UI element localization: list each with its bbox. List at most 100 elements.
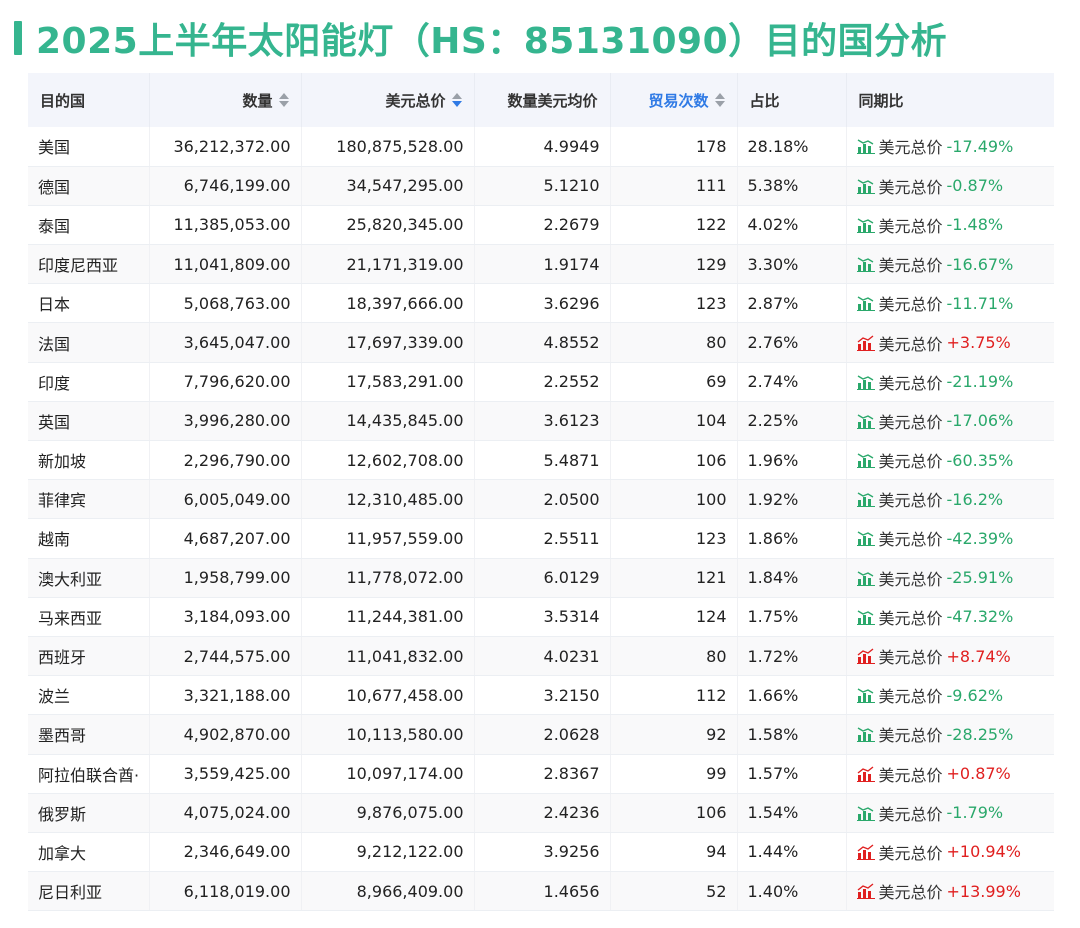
cell-quantity: 2,296,790.00 [149,440,302,481]
cell-unit-price: 2.8367 [474,754,611,794]
trend-down-chart-icon [856,492,875,508]
cell-trade-count: 99 [610,754,738,794]
trend-down-chart-icon [856,806,875,821]
table-row[interactable]: 尼日利亚 6,118,019.00 8,966,409.00 1.4656 52 1.40… [28,871,1054,912]
yoy-label: 美元总价 [878,334,943,354]
cell-trade-count: 80 [610,322,738,363]
column-header-usd-total[interactable]: 美元总价 [301,73,475,127]
cell-trade-count: 124 [610,597,738,637]
cell-share: 1.86% [737,518,847,559]
yoy-value: -25.91% [946,568,1014,588]
table-row[interactable]: 印度 7,796,620.00 17,583,291.00 2.2552 69 2.74%… [28,362,1054,402]
trend-down-chart-icon [856,296,875,312]
column-header-share: 占比 [737,73,847,127]
column-header-quantity[interactable]: 数量 [149,73,302,127]
yoy-value: -16.67% [946,254,1014,274]
table-row[interactable]: 新加坡 2,296,790.00 12,602,708.00 5.4871 106 1.9… [28,440,1054,481]
cell-trade-count: 52 [610,871,738,912]
cell-country: 尼日利亚 [28,871,150,912]
cell-share: 1.96% [737,440,847,481]
yoy-label: 美元总价 [878,138,943,158]
cell-yoy: 美元总价 -17.49% [846,127,1054,167]
table-row[interactable]: 日本 5,068,763.00 18,397,666.00 3.6296 123 2.87… [28,283,1054,324]
cell-unit-price: 2.2679 [474,205,611,246]
cell-usd-total: 12,602,708.00 [301,440,475,481]
cell-usd-total: 9,876,075.00 [301,793,475,833]
cell-quantity: 7,796,620.00 [149,362,302,402]
cell-usd-total: 17,697,339.00 [301,322,475,363]
cell-quantity: 3,184,093.00 [149,597,302,637]
cell-unit-price: 2.5511 [474,518,611,559]
cell-yoy: 美元总价 -11.71% [846,283,1054,324]
table-row[interactable]: 德国 6,746,199.00 34,547,295.00 5.1210 111 5.38… [28,166,1054,206]
cell-yoy: 美元总价 -25.91% [846,558,1054,598]
cell-share: 5.38% [737,166,847,206]
cell-trade-count: 100 [610,479,738,520]
table-row[interactable]: 西班牙 2,744,575.00 11,041,832.00 4.0231 80 1.72… [28,636,1054,677]
cell-country: 阿拉伯联合酋· [28,754,150,794]
cell-usd-total: 21,171,319.00 [301,244,475,285]
yoy-value: +13.99% [946,881,1021,901]
sort-icon[interactable] [278,93,289,107]
cell-yoy: 美元总价 +3.75% [846,322,1054,363]
table-row[interactable]: 越南 4,687,207.00 11,957,559.00 2.5511 123 1.86… [28,518,1054,559]
cell-country: 新加坡 [28,440,150,481]
column-header-trade-count[interactable]: 贸易次数 [610,73,738,127]
table-row[interactable]: 波兰 3,321,188.00 10,677,458.00 3.2150 112 1.66… [28,675,1054,716]
yoy-value: +10.94% [946,842,1021,862]
table-row[interactable]: 马来西亚 3,184,093.00 11,244,381.00 3.5314 124 1.… [28,597,1054,637]
table-row[interactable]: 泰国 11,385,053.00 25,820,345.00 2.2679 122 4.0… [28,205,1054,246]
table-row[interactable]: 菲律宾 6,005,049.00 12,310,485.00 2.0500 100 1.9… [28,479,1054,520]
cell-share: 1.75% [737,597,847,637]
cell-country: 德国 [28,166,150,206]
trend-up-chart-icon [856,648,875,665]
cell-usd-total: 11,957,559.00 [301,518,475,559]
table-row[interactable]: 墨西哥 4,902,870.00 10,113,580.00 2.0628 92 1.58… [28,714,1054,755]
yoy-value: -11.71% [946,293,1014,313]
cell-trade-count: 106 [610,440,738,481]
cell-country: 加拿大 [28,832,150,873]
cell-usd-total: 8,966,409.00 [301,871,475,912]
cell-quantity: 3,321,188.00 [149,675,302,716]
cell-share: 2.74% [737,362,847,402]
cell-trade-count: 111 [610,166,738,206]
yoy-value: +8.74% [946,646,1011,666]
table-row[interactable]: 英国 3,996,280.00 14,435,845.00 3.6123 104 2.25… [28,401,1054,442]
cell-quantity: 4,075,024.00 [149,793,302,833]
table-row[interactable]: 阿拉伯联合酋· 3,559,425.00 10,097,174.00 2.8367 99… [28,754,1054,794]
trend-down-chart-icon [856,257,875,273]
page-title-bar: 2025上半年太阳能灯（HS：85131090）目的国分析 [14,10,947,66]
trend-down-chart-icon [856,727,875,743]
cell-country: 波兰 [28,675,150,716]
cell-country: 英国 [28,401,150,442]
cell-trade-count: 123 [610,518,738,559]
table-row[interactable]: 美国 36,212,372.00 180,875,528.00 4.9949 178 28… [28,127,1054,167]
cell-unit-price: 1.9174 [474,244,611,285]
trend-down-chart-icon [856,218,875,233]
cell-usd-total: 11,041,832.00 [301,636,475,677]
table-row[interactable]: 俄罗斯 4,075,024.00 9,876,075.00 2.4236 106 1.54… [28,793,1054,833]
table-body: 美国 36,212,372.00 180,875,528.00 4.9949 178 28… [28,127,1054,912]
cell-yoy: 美元总价 -1.79% [846,793,1054,833]
cell-country: 俄罗斯 [28,793,150,833]
table-row[interactable]: 加拿大 2,346,649.00 9,212,122.00 3.9256 94 1.44%… [28,832,1054,873]
sort-descending-icon[interactable] [451,93,462,107]
cell-usd-total: 180,875,528.00 [301,127,475,167]
table-row[interactable]: 印度尼西亚 11,041,809.00 21,171,319.00 1.9174 129… [28,244,1054,285]
cell-unit-price: 2.0628 [474,714,611,755]
table-row[interactable]: 澳大利亚 1,958,799.00 11,778,072.00 6.0129 121 1.… [28,558,1054,598]
sort-icon[interactable] [714,93,725,107]
cell-country: 越南 [28,518,150,559]
cell-share: 1.84% [737,558,847,598]
cell-share: 1.44% [737,832,847,873]
cell-share: 1.66% [737,675,847,716]
table-row[interactable]: 法国 3,645,047.00 17,697,339.00 4.8552 80 2.76%… [28,322,1054,363]
cell-country: 马来西亚 [28,597,150,637]
yoy-label: 美元总价 [878,648,943,668]
yoy-label: 美元总价 [878,177,943,197]
cell-usd-total: 10,677,458.00 [301,675,475,716]
table-header-row: 目的国 数量 美元总价 数量美元均价 贸易次数 占比 同期比 [28,73,1054,127]
yoy-label: 美元总价 [878,569,943,589]
cell-quantity: 6,746,199.00 [149,166,302,206]
trend-up-chart-icon [856,334,875,351]
